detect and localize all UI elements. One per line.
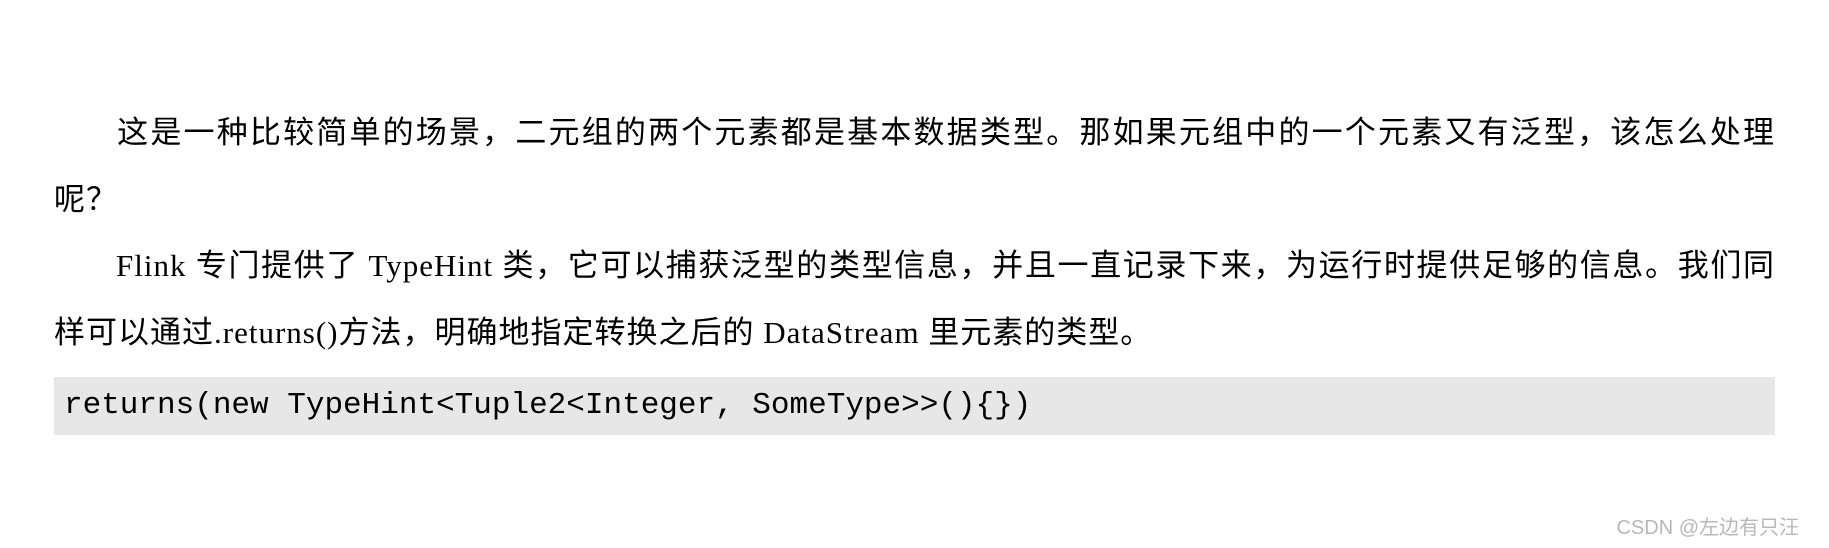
paragraph-2: Flink 专门提供了 TypeHint 类，它可以捕获泛型的类型信息，并且一直… — [54, 233, 1775, 366]
code-block: returns(new TypeHint<Tuple2<Integer, Som… — [54, 377, 1775, 436]
code-text: returns(new TypeHint<Tuple2<Integer, Som… — [64, 388, 1031, 423]
paragraph-1: 这是一种比较简单的场景，二元组的两个元素都是基本数据类型。那如果元组中的一个元素… — [54, 100, 1775, 233]
paragraph-1-text: 这是一种比较简单的场景，二元组的两个元素都是基本数据类型。那如果元组中的一个元素… — [54, 115, 1775, 217]
document-content: 这是一种比较简单的场景，二元组的两个元素都是基本数据类型。那如果元组中的一个元素… — [0, 0, 1829, 525]
paragraph-2-text: Flink 专门提供了 TypeHint 类，它可以捕获泛型的类型信息，并且一直… — [54, 248, 1775, 350]
watermark-text: CSDN @左边有只汪 — [1616, 517, 1799, 539]
watermark: CSDN @左边有只汪 — [1616, 511, 1799, 540]
